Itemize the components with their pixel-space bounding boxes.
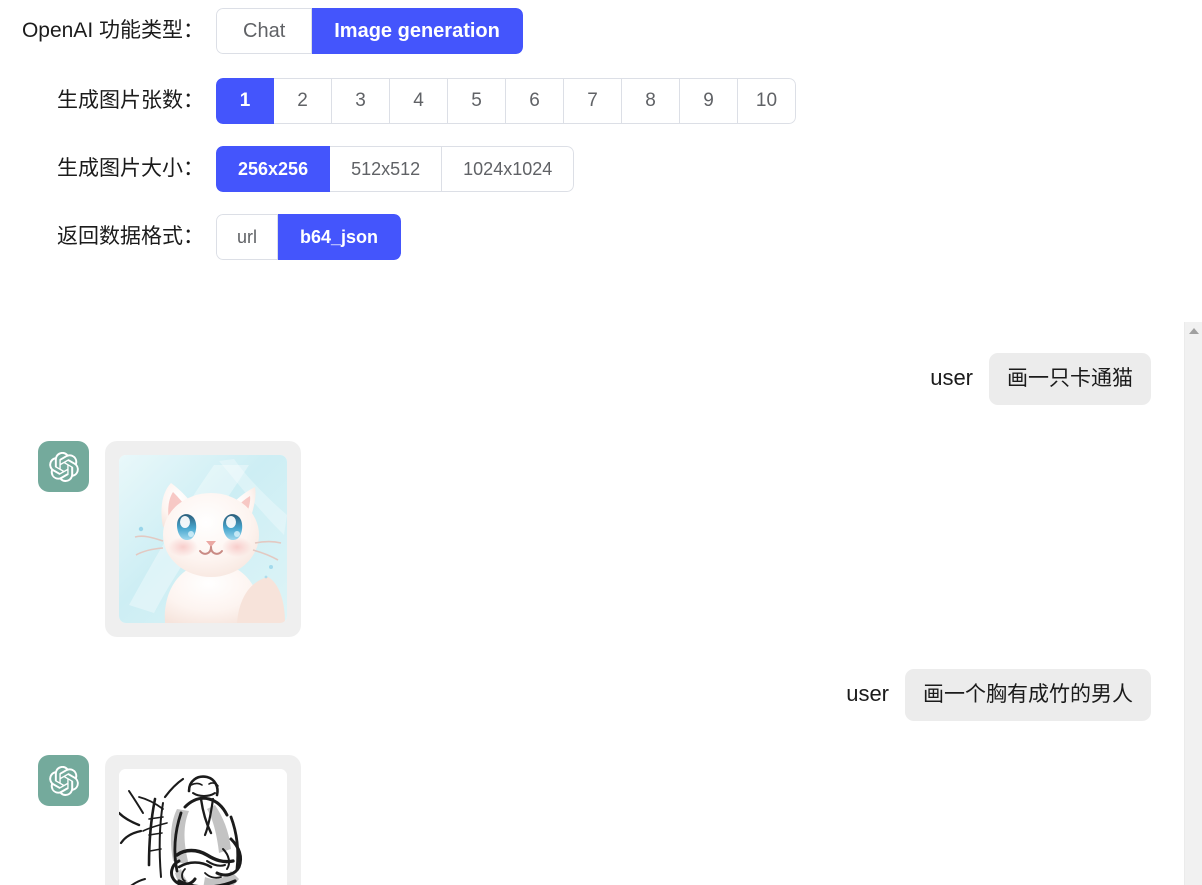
mode-option-chat[interactable]: Chat [216, 8, 313, 54]
size-option-512[interactable]: 512x512 [330, 146, 443, 192]
control-row-format: 返回数据格式： url b64_json [0, 214, 1202, 260]
generated-image-card[interactable] [105, 755, 301, 885]
count-option-8[interactable]: 8 [622, 78, 680, 124]
chat-scrollbar[interactable] [1184, 322, 1202, 885]
count-option-9[interactable]: 9 [680, 78, 738, 124]
format-option-url[interactable]: url [216, 214, 279, 260]
generated-image-cat[interactable] [119, 455, 287, 623]
count-option-2[interactable]: 2 [274, 78, 332, 124]
control-row-mode: OpenAI 功能类型： Chat Image generation [0, 8, 1202, 54]
role-label-user: user [930, 365, 973, 390]
label-image-size: 生成图片大小： [57, 157, 204, 180]
message-row-user: user 画一个胸有成竹的男人 [0, 669, 1177, 721]
segmented-control-image-size[interactable]: 256x256 512x512 1024x1024 [216, 146, 575, 192]
message-bubble-user: 画一只卡通猫 [989, 353, 1151, 405]
segmented-control-image-count[interactable]: 1 2 3 4 5 6 7 8 9 10 [216, 78, 796, 124]
generated-image-card[interactable] [105, 441, 301, 637]
label-image-count: 生成图片张数： [57, 89, 204, 112]
size-option-256[interactable]: 256x256 [216, 146, 331, 192]
scroll-up-arrow-icon[interactable] [1188, 328, 1199, 334]
format-option-b64-json[interactable]: b64_json [278, 214, 402, 260]
count-option-6[interactable]: 6 [506, 78, 564, 124]
message-row-assistant [0, 441, 1177, 637]
count-option-5[interactable]: 5 [448, 78, 506, 124]
segmented-control-response-format[interactable]: url b64_json [216, 214, 402, 260]
generated-image-ink-sketch[interactable] [119, 769, 287, 885]
openai-logo-icon [38, 441, 89, 492]
settings-panel: OpenAI 功能类型： Chat Image generation 生成图片张… [0, 0, 1202, 260]
message-row-user: user 画一只卡通猫 [0, 353, 1177, 405]
count-option-3[interactable]: 3 [332, 78, 390, 124]
count-option-7[interactable]: 7 [564, 78, 622, 124]
segmented-control-mode[interactable]: Chat Image generation [216, 8, 523, 54]
control-row-size: 生成图片大小： 256x256 512x512 1024x1024 [0, 146, 1202, 192]
openai-logo-icon [38, 755, 89, 806]
count-option-4[interactable]: 4 [390, 78, 448, 124]
count-option-10[interactable]: 10 [738, 78, 796, 124]
chat-transcript: user 画一只卡通猫 user 画一个胸有成竹的男人 [0, 322, 1202, 885]
label-openai-mode: OpenAI 功能类型： [21, 19, 204, 42]
control-row-count: 生成图片张数： 1 2 3 4 5 6 7 8 9 10 [0, 78, 1202, 124]
role-label-user: user [846, 681, 889, 706]
size-option-1024[interactable]: 1024x1024 [442, 146, 575, 192]
message-row-assistant [0, 755, 1177, 885]
message-bubble-user: 画一个胸有成竹的男人 [905, 669, 1151, 721]
count-option-1[interactable]: 1 [216, 78, 274, 124]
mode-option-image-generation[interactable]: Image generation [312, 8, 523, 54]
label-response-format: 返回数据格式： [57, 225, 204, 248]
